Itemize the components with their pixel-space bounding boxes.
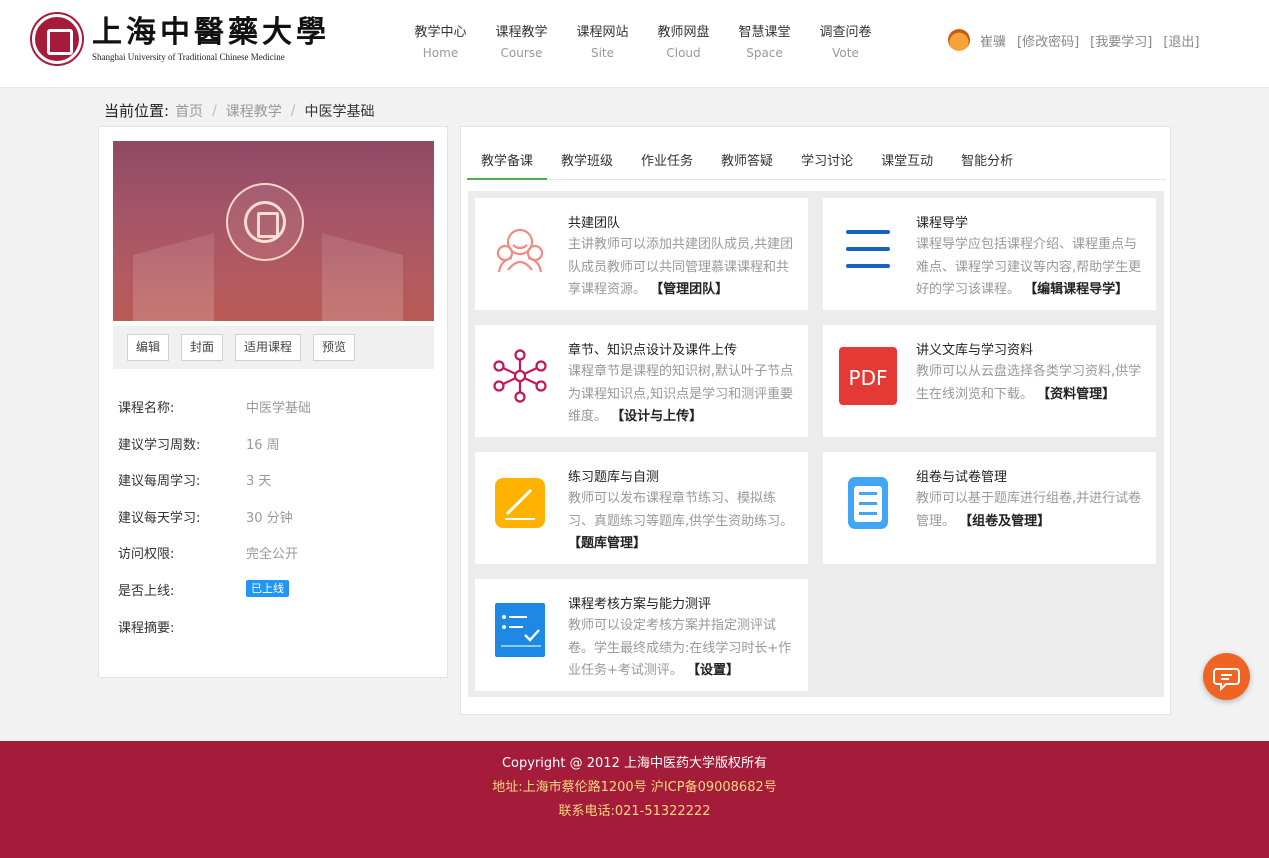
pencil-note-icon — [495, 478, 545, 528]
paper-list-icon — [848, 477, 888, 529]
feature-card-assessment: 课程考核方案与能力测评 教师可以设定考核方案并指定测评试卷。学生最终成绩为:在线… — [475, 579, 808, 691]
user-name: 崔骥 — [980, 34, 1007, 50]
tab-interaction[interactable]: 课堂互动 — [867, 147, 947, 179]
edit-guide-link[interactable]: 【编辑课程导学】 — [1024, 282, 1128, 297]
course-management-card: 教学备课 教学班级 作业任务 教师答疑 学习讨论 课堂互动 智能分析 共建团队 — [460, 126, 1171, 715]
menu-lines-icon — [846, 230, 890, 268]
course-info-card: 编辑 封面 适用课程 预览 课程名称: 中医学基础 建议学习周数: 16 周 建… — [98, 126, 448, 678]
manage-question-bank-link[interactable]: 【题库管理】 — [568, 536, 646, 551]
page-footer: Copyright @ 2012 上海中医药大学版权所有 地址:上海市蔡伦路12… — [0, 741, 1269, 858]
breadcrumb-separator: / — [212, 102, 217, 119]
nav-site[interactable]: 课程网站 Site — [562, 24, 643, 64]
settings-link[interactable]: 【设置】 — [687, 663, 739, 678]
feature-title: 课程考核方案与能力测评 — [568, 597, 712, 612]
design-upload-link[interactable]: 【设计与上传】 — [611, 409, 702, 424]
cover-toolbar: 编辑 封面 适用课程 预览 — [113, 326, 434, 369]
footer-copyright: Copyright @ 2012 上海中医药大学版权所有 — [501, 756, 767, 771]
team-icon — [496, 228, 544, 273]
feature-title: 章节、知识点设计及课件上传 — [568, 343, 738, 358]
change-password-link[interactable]: [修改密码] — [1017, 31, 1079, 50]
tab-qa[interactable]: 教师答疑 — [707, 147, 787, 179]
info-row: 建议每天学习: 30 分钟 — [118, 510, 293, 526]
course-cover-image — [113, 141, 434, 321]
feature-title: 练习题库与自测 — [568, 470, 660, 485]
avatar[interactable] — [948, 29, 970, 51]
feature-title: 讲义文库与学习资料 — [916, 343, 1034, 358]
edit-button[interactable]: 编辑 — [127, 334, 170, 361]
logout-link[interactable]: [退出] — [1163, 31, 1199, 50]
pdf-icon: PDF — [839, 347, 897, 405]
university-logo[interactable]: 上海中醫藥大學 Shanghai University of Tradition… — [32, 14, 330, 64]
chat-button[interactable] — [1203, 653, 1250, 700]
tab-analysis[interactable]: 智能分析 — [947, 147, 1027, 179]
knowledge-tree-icon — [493, 349, 547, 403]
university-emblem-icon — [226, 183, 304, 261]
feature-desc: 教师可以设定考核方案并指定测评试卷。学生最终成绩为:在线学习时长+作业任务+考试… — [568, 618, 792, 678]
nav-cloud[interactable]: 教师网盘 Cloud — [643, 24, 724, 64]
feature-card-papers: 组卷与试卷管理 教师可以基于题库进行组卷,并进行试卷管理。 【组卷及管理】 — [823, 452, 1156, 564]
feature-card-team: 共建团队 主讲教师可以添加共建团队成员,共建团队成员教师可以共同管理慕课课程和共… — [475, 198, 808, 310]
main-nav: 教学中心 Home 课程教学 Course 课程网站 Site 教师网盘 Clo… — [400, 24, 886, 64]
top-header: 上海中醫藥大學 Shanghai University of Tradition… — [0, 0, 1269, 88]
info-row: 建议每周学习: 3 天 — [118, 474, 272, 490]
preview-button[interactable]: 预览 — [313, 334, 356, 361]
chat-bubble-icon — [1213, 668, 1240, 692]
breadcrumb-current: 中医学基础 — [304, 103, 375, 120]
applicable-courses-button[interactable]: 适用课程 — [235, 334, 302, 361]
manage-papers-link[interactable]: 【组卷及管理】 — [959, 514, 1050, 529]
nav-course[interactable]: 课程教学 Course — [481, 24, 562, 64]
feature-card-library: PDF 讲义文库与学习资料 教师可以从云盘选择各类学习资料,供学生在线浏览和下载… — [823, 325, 1156, 437]
breadcrumb-label: 当前位置: — [104, 102, 170, 120]
info-row: 课程摘要: — [118, 620, 175, 636]
feature-desc: 教师可以发布课程章节练习、模拟练习、真题练习等题库,供学生资助练习。 — [568, 491, 794, 529]
user-bar: 崔骥 [修改密码] [我要学习] [退出] — [948, 29, 1210, 51]
manage-team-link[interactable]: 【管理团队】 — [650, 282, 728, 297]
study-link[interactable]: [我要学习] — [1090, 31, 1152, 50]
info-row: 课程名称: 中医学基础 — [118, 401, 312, 416]
info-row: 建议学习周数: 16 周 — [118, 437, 280, 453]
university-seal-icon — [32, 14, 82, 64]
tab-assignments[interactable]: 作业任务 — [627, 147, 707, 179]
feature-title: 课程导学 — [916, 216, 969, 231]
feature-card-chapters: 章节、知识点设计及课件上传 课程章节是课程的知识树,默认叶子节点为课程知识点,知… — [475, 325, 808, 437]
feature-card-exercises: 练习题库与自测 教师可以发布课程章节练习、模拟练习、真题练习等题库,供学生资助练… — [475, 452, 808, 564]
feature-card-guide: 课程导学 课程导学应包括课程介绍、课程重点与难点、课程学习建议等内容,帮助学生更… — [823, 198, 1156, 310]
breadcrumb-home[interactable]: 首页 — [175, 101, 203, 121]
nav-space[interactable]: 智慧课堂 Space — [724, 24, 805, 64]
tab-classes[interactable]: 教学班级 — [547, 147, 627, 179]
footer-address: 地址:上海市蔡伦路1200号 沪ICP备09008682号 — [492, 780, 777, 795]
logo-title-cn: 上海中醫藥大學 — [92, 15, 330, 50]
breadcrumb-separator: / — [290, 102, 296, 119]
tab-lesson-prep[interactable]: 教学备课 — [467, 147, 548, 180]
logo-title-en: Shanghai University of Traditional Chine… — [92, 52, 285, 62]
feature-title: 共建团队 — [568, 216, 621, 231]
manage-materials-link[interactable]: 【资料管理】 — [1037, 387, 1115, 402]
breadcrumb: 当前位置: 首页 / 课程教学 / 中医学基础 — [104, 100, 375, 121]
course-info-list: 课程名称: 中医学基础 建议学习周数: 16 周 建议每周学习: 3 天 建议每… — [118, 397, 428, 653]
tab-bar: 教学备课 教学班级 作业任务 教师答疑 学习讨论 课堂互动 智能分析 — [467, 147, 1166, 180]
feature-grid: 共建团队 主讲教师可以添加共建团队成员,共建团队成员教师可以共同管理慕课课程和共… — [468, 191, 1164, 697]
breadcrumb-course[interactable]: 课程教学 — [226, 101, 282, 121]
info-row: 访问权限: 完全公开 — [118, 547, 299, 563]
nav-home[interactable]: 教学中心 Home — [400, 24, 481, 64]
footer-phone: 联系电话:021-51322222 — [558, 804, 711, 819]
nav-vote[interactable]: 调查问卷 Vote — [805, 24, 886, 64]
tab-discussion[interactable]: 学习讨论 — [787, 147, 867, 179]
status-badge: 已上线 — [246, 579, 289, 597]
info-row: 是否上线: 已上线 — [118, 579, 428, 617]
svg-text:PDF: PDF — [849, 366, 888, 390]
feature-title: 组卷与试卷管理 — [916, 470, 1008, 485]
cover-button[interactable]: 封面 — [181, 334, 224, 361]
checklist-icon — [495, 603, 545, 657]
